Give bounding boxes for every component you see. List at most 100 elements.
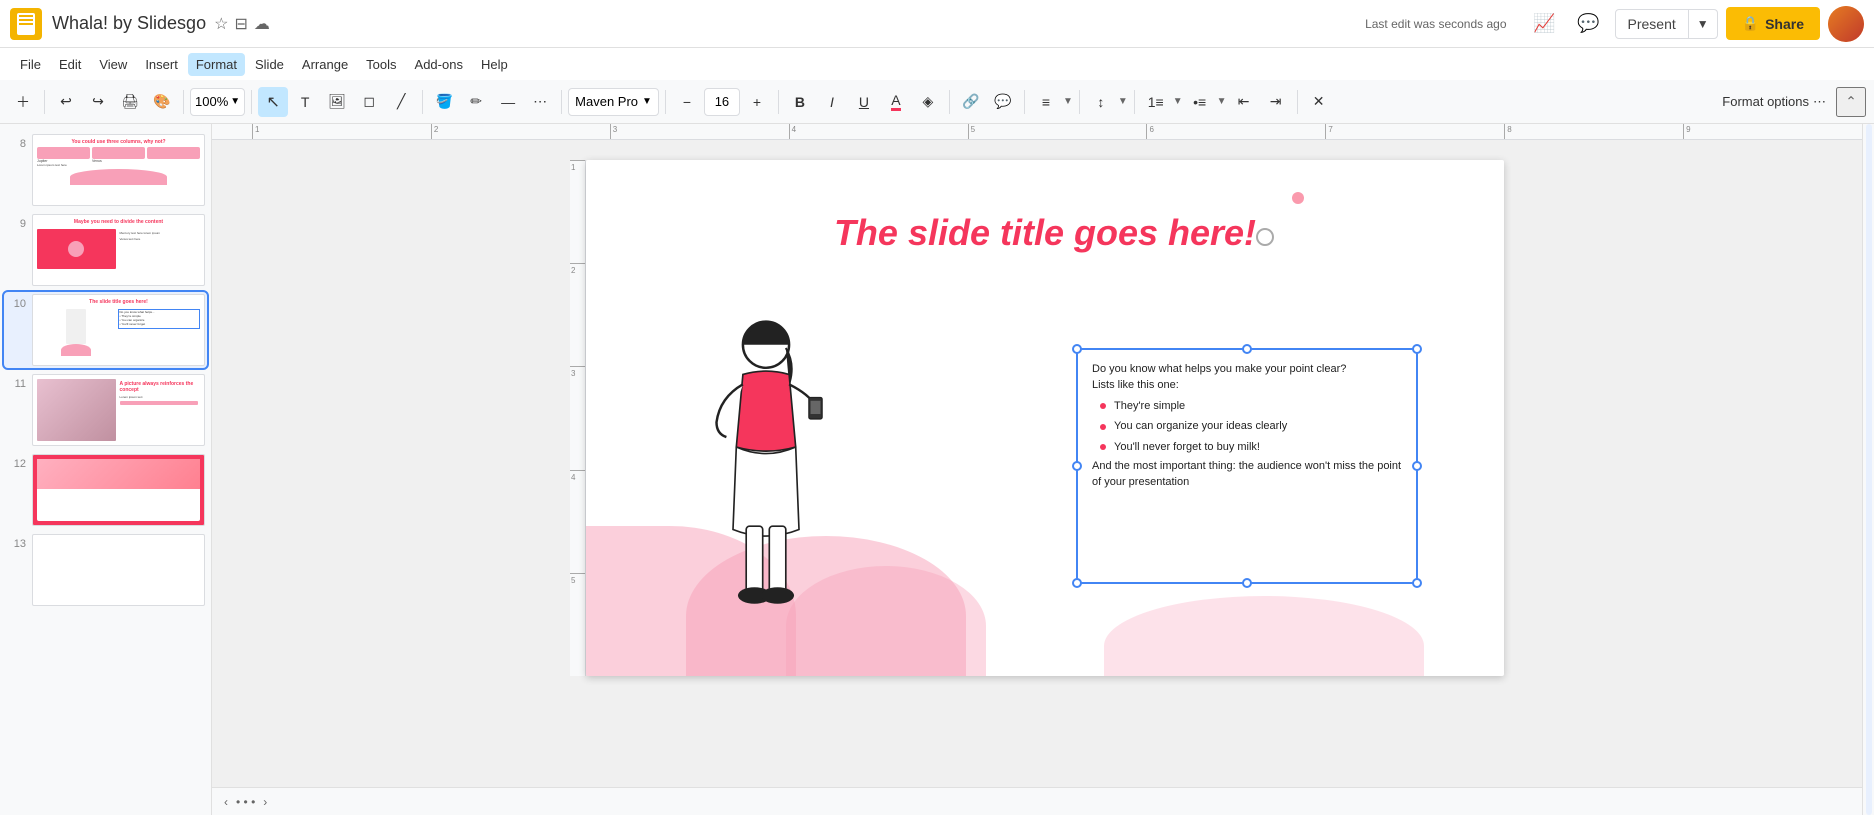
slide-preview-11: A picture always reinforces the concept … — [32, 374, 205, 446]
handle-top[interactable] — [1242, 344, 1252, 354]
text-tool[interactable]: T — [290, 87, 320, 117]
slide-thumb-13[interactable]: 13 — [4, 532, 207, 608]
border-weight-button[interactable]: — — [493, 87, 523, 117]
handle-top-left[interactable] — [1072, 344, 1082, 354]
sep10 — [1079, 90, 1080, 114]
share-button[interactable]: 🔒 Share — [1726, 7, 1820, 40]
align-dropdown-arrow[interactable]: ▼ — [1063, 96, 1073, 107]
italic-button[interactable]: I — [817, 87, 847, 117]
format-options-button[interactable]: Format options ⋯ — [1714, 90, 1834, 114]
clear-format-button[interactable]: ✕ — [1304, 87, 1334, 117]
handle-bottom-left[interactable] — [1072, 578, 1082, 588]
decorative-dot-1 — [1292, 192, 1304, 204]
handle-top-right[interactable] — [1412, 344, 1422, 354]
spacing-dropdown-arrow[interactable]: ▼ — [1118, 96, 1128, 107]
line-tool[interactable]: ╱ — [386, 87, 416, 117]
fill-color-button[interactable]: 🪣 — [429, 87, 459, 117]
thumb-title-8: You could use three columns, why not? — [37, 139, 200, 145]
horizontal-ruler: 1 2 3 4 5 6 7 8 9 — [212, 124, 1862, 140]
border-dash-button[interactable]: ⋯ — [525, 87, 555, 117]
doc-title: Whala! by Slidesgo — [52, 13, 206, 34]
undo-button[interactable]: ↩ — [51, 87, 81, 117]
handle-bottom[interactable] — [1242, 578, 1252, 588]
font-size-increase[interactable]: + — [742, 87, 772, 117]
image-tool[interactable]: 🖼 — [322, 87, 352, 117]
redo-button[interactable]: ↪ — [83, 87, 113, 117]
highlight-button[interactable]: ◈ — [913, 87, 943, 117]
toolbar-collapse-button[interactable]: ⌃ — [1836, 87, 1866, 117]
text-box[interactable]: Do you know what helps you make your poi… — [1076, 348, 1418, 584]
menu-bar: File Edit View Insert Format Slide Arran… — [0, 48, 1874, 80]
cloud-icon[interactable]: ☁ — [254, 14, 270, 34]
paint-format-button[interactable]: 🎨 — [147, 87, 177, 117]
font-size-input[interactable] — [704, 88, 740, 116]
menu-format[interactable]: Format — [188, 53, 245, 76]
indent-more-button[interactable]: ⇥ — [1261, 87, 1291, 117]
font-family-selector[interactable]: Maven Pro ▼ — [568, 88, 659, 116]
line-spacing-button[interactable]: ↕ — [1086, 87, 1116, 117]
handle-left[interactable] — [1072, 461, 1082, 471]
numbered-list-button[interactable]: 1≡ — [1141, 87, 1171, 117]
menu-arrange[interactable]: Arrange — [294, 53, 356, 76]
comment-button[interactable]: 💬 — [988, 87, 1018, 117]
textbox-line2: Lists like this one: — [1092, 378, 1402, 394]
star-icon[interactable]: ☆ — [214, 14, 228, 34]
menu-help[interactable]: Help — [473, 53, 516, 76]
slide-num-13: 13 — [6, 538, 26, 550]
toolbar: ＋ ↩ ↪ 🖨 🎨 100% ▼ ↖ T 🖼 ◻ ╱ 🪣 ✏ — ⋯ Maven… — [0, 80, 1874, 124]
bold-button[interactable]: B — [785, 87, 815, 117]
print-button[interactable]: 🖨 — [115, 87, 145, 117]
slide-thumb-8[interactable]: 8 You could use three columns, why not? … — [4, 132, 207, 208]
trending-icon[interactable]: 📈 — [1527, 6, 1563, 42]
menu-addons[interactable]: Add-ons — [407, 53, 471, 76]
menu-slide[interactable]: Slide — [247, 53, 292, 76]
menu-file[interactable]: File — [12, 53, 49, 76]
shape-tool[interactable]: ◻ — [354, 87, 384, 117]
main-layout: 8 You could use three columns, why not? … — [0, 124, 1874, 815]
comment-icon[interactable]: 💬 — [1571, 6, 1607, 42]
menu-tools[interactable]: Tools — [358, 53, 404, 76]
link-button[interactable]: 🔗 — [956, 87, 986, 117]
figure-illustration — [666, 315, 866, 645]
font-dropdown-arrow[interactable]: ▼ — [642, 96, 652, 107]
slide-preview-12: A picture is worth a thousand words — [32, 454, 205, 526]
menu-view[interactable]: View — [91, 53, 135, 76]
slide-num-11: 11 — [6, 378, 26, 390]
handle-bottom-right[interactable] — [1412, 578, 1422, 588]
right-scrollbar[interactable] — [1866, 124, 1872, 815]
sep1 — [44, 90, 45, 114]
nav-prev[interactable]: ‹ — [224, 795, 228, 809]
bullet-list-dropdown-arrow[interactable]: ▼ — [1217, 96, 1227, 107]
bullet-item-3: You'll never forget to buy milk! — [1100, 439, 1402, 456]
border-color-button[interactable]: ✏ — [461, 87, 491, 117]
slide-canvas[interactable]: The slide title goes here! — [586, 160, 1504, 676]
menu-insert[interactable]: Insert — [137, 53, 186, 76]
slide-title[interactable]: The slide title goes here! — [646, 212, 1444, 254]
slide-thumb-12[interactable]: 12 A picture is worth a thousand words — [4, 452, 207, 528]
text-color-button[interactable]: A — [881, 87, 911, 117]
num-list-dropdown-arrow[interactable]: ▼ — [1173, 96, 1183, 107]
user-avatar[interactable] — [1828, 6, 1864, 42]
bullet-list-button[interactable]: •≡ — [1185, 87, 1215, 117]
zoom-control[interactable]: 100% ▼ — [190, 88, 245, 116]
indent-less-button[interactable]: ⇤ — [1229, 87, 1259, 117]
add-button[interactable]: ＋ — [8, 87, 38, 117]
slide-thumb-11[interactable]: 11 A picture always reinforces the conce… — [4, 372, 207, 448]
bullet-dot-3 — [1100, 444, 1106, 450]
zoom-dropdown-arrow[interactable]: ▼ — [230, 96, 240, 107]
menu-edit[interactable]: Edit — [51, 53, 89, 76]
underline-button[interactable]: U — [849, 87, 879, 117]
slide-preview-13 — [32, 534, 205, 606]
font-size-decrease[interactable]: − — [672, 87, 702, 117]
folder-icon[interactable]: ⊟ — [234, 14, 247, 34]
cloud-shape-3 — [1104, 596, 1424, 676]
slide-thumb-9[interactable]: 9 Maybe you need to divide the content M… — [4, 212, 207, 288]
sep11 — [1134, 90, 1135, 114]
handle-right[interactable] — [1412, 461, 1422, 471]
slide-thumb-10[interactable]: 10 The slide title goes here! Do you kno… — [4, 292, 207, 368]
align-button[interactable]: ≡ — [1031, 87, 1061, 117]
nav-next[interactable]: › — [263, 795, 267, 809]
present-dropdown-arrow[interactable]: ▼ — [1689, 11, 1717, 37]
select-tool[interactable]: ↖ — [258, 87, 288, 117]
present-button[interactable]: Present ▼ — [1615, 9, 1718, 39]
